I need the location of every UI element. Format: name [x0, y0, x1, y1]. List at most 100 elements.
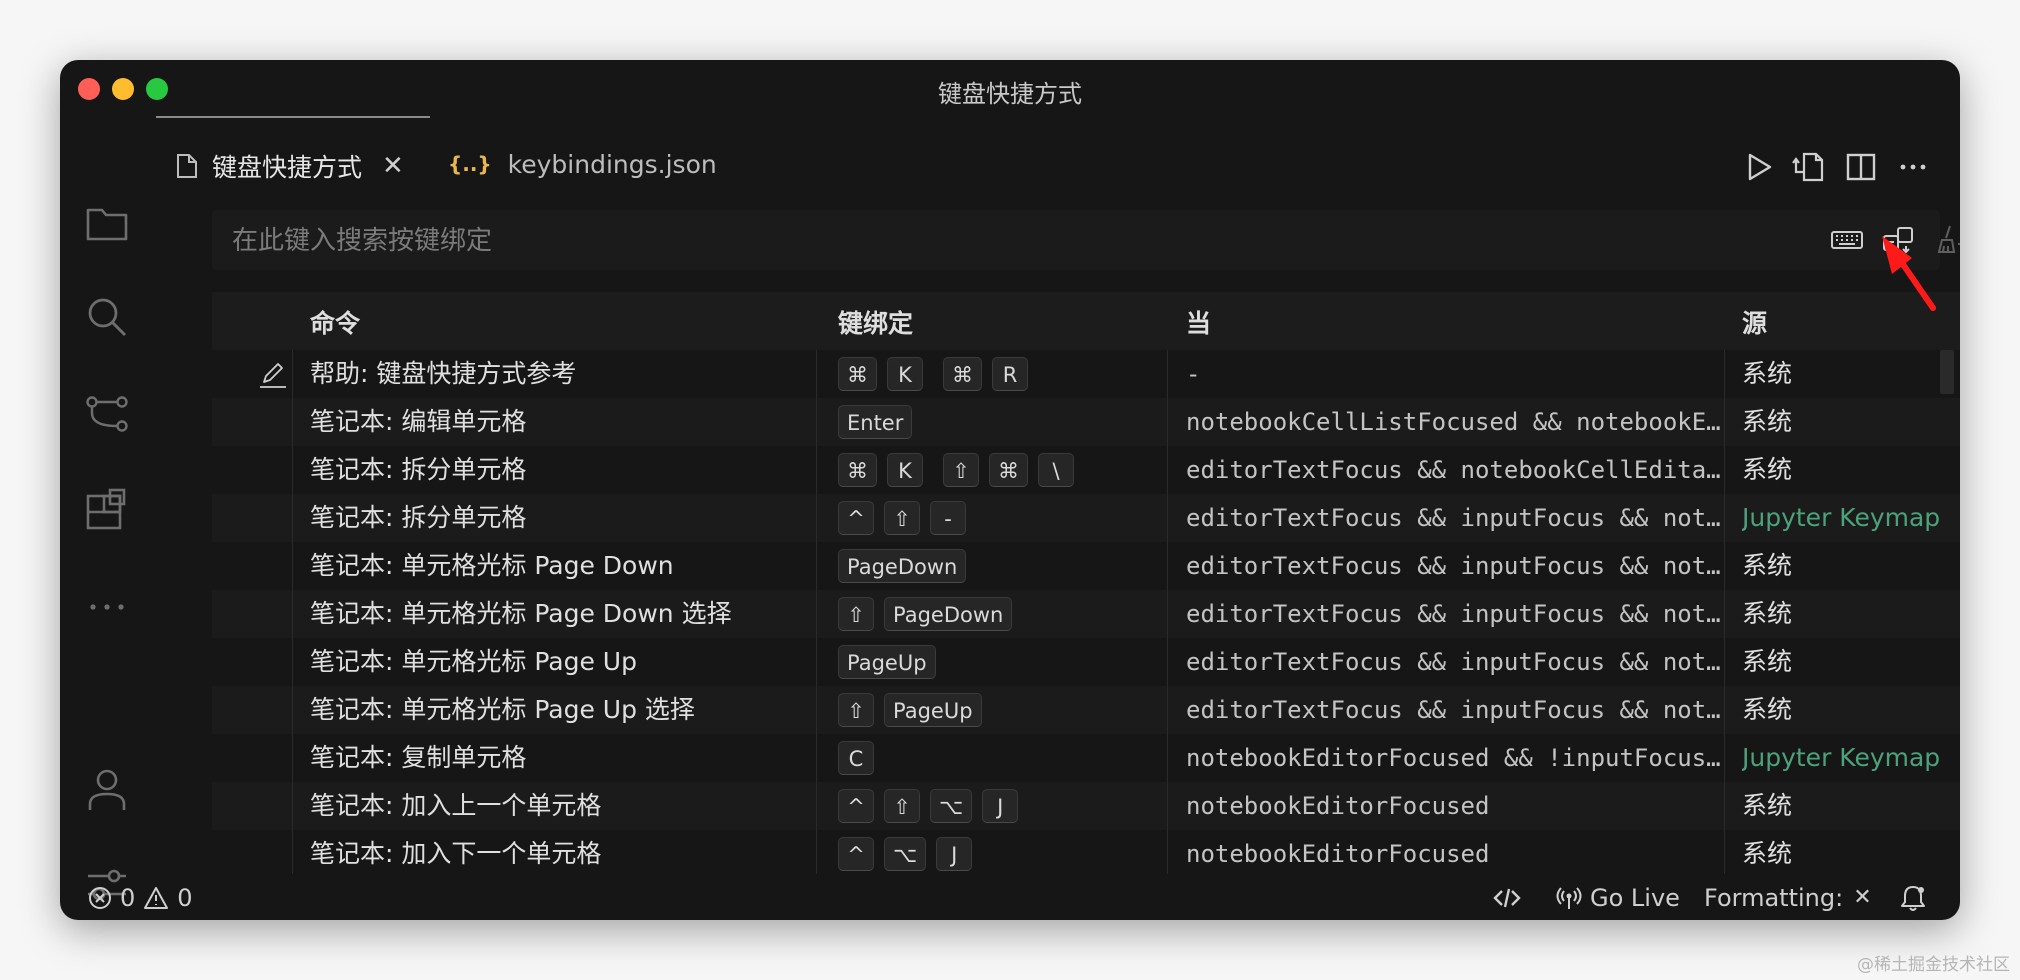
close-icon: ✕: [1853, 885, 1872, 910]
broadcast-icon: [1556, 887, 1582, 909]
source-control-icon[interactable]: [84, 392, 130, 438]
when-cell: editorTextFocus && inputFocus && noteboo…: [1186, 648, 1732, 676]
key-cap: ⇧: [838, 693, 874, 727]
key-cap: ⇧: [943, 453, 979, 487]
editor-window: 键盘快捷方式 键盘快捷方式 ✕ {..} keybindings.json 在此…: [60, 60, 1960, 920]
table-row[interactable]: 帮助: 键盘快捷方式参考 ⌘ K ⌘ R - 系统: [212, 350, 1960, 398]
source-cell[interactable]: Jupyter Keymap: [1742, 494, 1942, 542]
table-row[interactable]: 笔记本: 加入下一个单元格 ^ ⌥ JnotebookEditorFocused 系统: [212, 830, 1960, 874]
table-row[interactable]: 笔记本: 单元格光标 Page Up 选择 ⇧ PageUp editorTextFo…: [212, 686, 1960, 734]
error-count: 0: [120, 884, 136, 912]
search-icon[interactable]: [84, 294, 130, 340]
when-cell: notebookEditorFocused: [1186, 840, 1490, 868]
column-divider: [292, 350, 293, 874]
table-row[interactable]: 笔记本: 拆分单元格 ⌘ K ⇧ ⌘ \ editorTextFocus && notebo…: [212, 446, 1960, 494]
keybinding-cell: ^ ⇧ ⌥ J: [838, 782, 1168, 830]
key-cap: ⌘: [943, 357, 982, 391]
notifications-button[interactable]: [1900, 876, 1926, 920]
key-cap: ⌘: [989, 453, 1028, 487]
source-cell[interactable]: Jupyter Keymap: [1742, 734, 1942, 782]
table-row[interactable]: 笔记本: 复制单元格 CnotebookEditorFocused && !inp…: [212, 734, 1960, 782]
document-icon: [177, 154, 197, 178]
open-keybindings-json-icon[interactable]: [1792, 150, 1826, 184]
key-cap: K: [887, 357, 923, 391]
tab-keybindings-json[interactable]: {..} keybindings.json: [438, 116, 738, 212]
more-icon[interactable]: [84, 584, 130, 630]
keybinding-search-input[interactable]: [212, 210, 1734, 272]
go-live-button[interactable]: Go Live: [1556, 876, 1680, 920]
command-cell: 笔记本: 单元格光标 Page Up: [310, 647, 637, 676]
keybinding-cell: ^ ⌥ J: [838, 830, 1168, 874]
json-braces-icon: {..}: [448, 152, 492, 176]
run-icon[interactable]: [1742, 150, 1776, 184]
key-cap: \: [1038, 453, 1074, 487]
split-editor-icon[interactable]: [1844, 150, 1878, 184]
problems-indicator[interactable]: 0 0: [88, 876, 193, 920]
when-cell: editorTextFocus && notebookCellEditable: [1186, 456, 1732, 484]
source-cell: 系统: [1742, 647, 1793, 676]
key-cap: J: [982, 789, 1019, 823]
command-cell: 笔记本: 编辑单元格: [310, 407, 527, 436]
formatting-status[interactable]: Formatting: ✕: [1704, 876, 1872, 920]
key-cap: ⌘: [838, 453, 877, 487]
files-icon[interactable]: [84, 200, 130, 246]
key-cap: PageUp: [884, 693, 982, 727]
table-row[interactable]: 笔记本: 单元格光标 Page Down PageDown editorTextFo…: [212, 542, 1960, 590]
when-cell: notebookEditorFocused && !inputFocus && …: [1186, 744, 1732, 772]
tab-label: 键盘快捷方式: [212, 153, 363, 182]
key-cap: PageDown: [884, 597, 1013, 631]
keybinding-cell: ⌘ K ⇧ ⌘ \: [838, 446, 1168, 494]
keybinding-cell: PageDown: [838, 542, 1168, 590]
key-cap: K: [887, 453, 923, 487]
table-row[interactable]: 笔记本: 单元格光标 Page Up PageUp editorTextFocus …: [212, 638, 1960, 686]
when-cell: editorTextFocus && inputFocus && noteboo…: [1186, 600, 1732, 628]
bell-icon: [1901, 886, 1925, 911]
table-row[interactable]: 笔记本: 编辑单元格 Enter notebookCellListFocused &…: [212, 398, 1960, 446]
column-header-command[interactable]: 命令: [310, 304, 360, 340]
source-cell: 系统: [1742, 407, 1793, 436]
keybinding-cell: ⌘ K ⌘ R: [838, 350, 1168, 398]
keyboard-icon[interactable]: [1830, 224, 1864, 256]
key-cap: Enter: [838, 405, 913, 439]
command-cell: 笔记本: 加入上一个单元格: [310, 791, 602, 820]
source-cell: 系统: [1742, 455, 1793, 484]
error-icon: [89, 887, 111, 909]
close-icon[interactable]: ✕: [382, 151, 404, 181]
command-cell: 笔记本: 单元格光标 Page Down 选择: [310, 599, 732, 628]
tab-keyboard-shortcuts[interactable]: 键盘快捷方式 ✕: [156, 116, 430, 214]
keybinding-cell: ⇧ PageUp: [838, 686, 1168, 734]
column-header-when[interactable]: 当: [1186, 304, 1211, 340]
keybindings-table: 命令 键绑定 当 源 帮助: 键盘快捷方式参考 ⌘ K ⌘ R - 系统 笔记本: 编辑单元格…: [212, 292, 1960, 874]
annotation-arrow: [1882, 236, 1936, 311]
extensions-icon[interactable]: [84, 488, 130, 534]
column-header-keybinding[interactable]: 键绑定: [838, 304, 913, 340]
table-row[interactable]: 笔记本: 加入上一个单元格 ^ ⇧ ⌥ JnotebookEditorFocused 系统: [212, 782, 1960, 830]
key-cap: ^: [838, 501, 874, 535]
source-cell: 系统: [1742, 599, 1793, 628]
account-icon[interactable]: [84, 766, 130, 812]
keybinding-cell: ⇧ PageDown: [838, 590, 1168, 638]
when-cell: editorTextFocus && inputFocus && noteboo…: [1186, 552, 1732, 580]
command-cell: 帮助: 键盘快捷方式参考: [310, 359, 577, 388]
warning-icon: [144, 887, 169, 909]
column-header-source[interactable]: 源: [1742, 304, 1767, 340]
column-divider: [1167, 350, 1168, 874]
source-cell: 系统: [1742, 791, 1793, 820]
key-cap: PageDown: [838, 549, 967, 583]
when-cell: editorTextFocus && inputFocus && noteboo…: [1186, 696, 1732, 724]
command-cell: 笔记本: 拆分单元格: [310, 455, 527, 484]
key-cap: C: [838, 741, 874, 775]
watermark: @稀土掘金技术社区: [1857, 955, 2010, 975]
go-live-label: Go Live: [1590, 884, 1680, 912]
keybinding-cell: Enter: [838, 398, 1168, 446]
edit-keybinding-icon[interactable]: [258, 360, 288, 390]
table-scrollbar[interactable]: [1940, 350, 1954, 394]
table-row[interactable]: 笔记本: 拆分单元格 ^ ⇧ - editorTextFocus && inputFoc…: [212, 494, 1960, 542]
key-cap: J: [936, 837, 973, 871]
table-row[interactable]: 笔记本: 单元格光标 Page Down 选择 ⇧ PageDown editorTe…: [212, 590, 1960, 638]
remote-indicator[interactable]: [1492, 876, 1522, 920]
title-bar: 键盘快捷方式: [60, 60, 1960, 116]
source-cell: 系统: [1742, 839, 1793, 868]
keybinding-cell: C: [838, 734, 1168, 782]
more-actions-icon[interactable]: [1896, 150, 1930, 184]
